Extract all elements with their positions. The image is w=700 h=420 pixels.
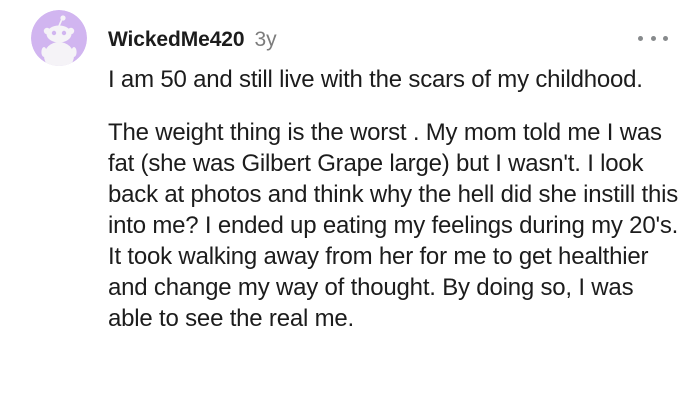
more-options-icon	[638, 35, 643, 41]
comment: WickedMe420 3y I am 50 and still live wi…	[0, 0, 700, 420]
more-options-button[interactable]	[638, 28, 668, 48]
username-link[interactable]: WickedMe420	[108, 28, 245, 52]
comment-paragraph: The weight thing is the worst . My mom t…	[108, 119, 679, 332]
snoo-avatar-icon	[31, 10, 87, 66]
comment-header: WickedMe420 3y	[108, 25, 277, 55]
comment-age: 3y	[254, 28, 277, 51]
more-options-icon	[663, 35, 668, 41]
more-options-icon	[650, 35, 656, 41]
user-avatar[interactable]	[31, 10, 87, 66]
comment-body: I am 50 and still live with the scars of…	[108, 64, 680, 334]
comment-paragraph: I am 50 and still live with the scars of…	[108, 66, 643, 93]
